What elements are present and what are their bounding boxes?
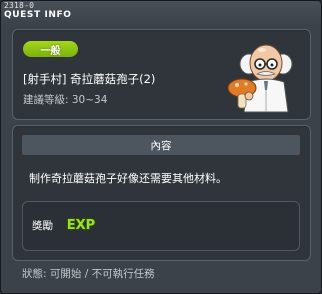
scientist-npc-icon	[227, 44, 293, 113]
exp-icon: EXP	[66, 217, 96, 233]
quest-category-badge: 一般	[23, 41, 78, 57]
quest-content-panel: 內容 制作奇拉蘑菇孢子好像还需要其他材料。 獎勵 EXP	[12, 125, 311, 261]
exp-icon-text: EXP	[67, 218, 95, 233]
quest-description: 制作奇拉蘑菇孢子好像还需要其他材料。	[29, 172, 227, 185]
quest-name: [射手村] 奇拉蘑菇孢子(2)	[23, 72, 156, 86]
content-header: 內容	[22, 135, 300, 155]
title-bar[interactable]: 2318-0 QUEST INFO	[1, 1, 321, 25]
quest-status: 狀態: 可開始 / 不可執行任務	[22, 268, 155, 280]
window-title: QUEST INFO	[4, 10, 72, 20]
quest-id: 2318-0	[4, 1, 35, 10]
quest-summary-panel: 一般 [射手村] 奇拉蘑菇孢子(2) 建議等級: 30~34	[12, 29, 311, 120]
reward-box: 獎勵 EXP	[22, 201, 300, 251]
recommended-level: 建議等級: 30~34	[23, 94, 108, 106]
quest-info-window: 2318-0 QUEST INFO 一般 [射手村] 奇拉蘑菇孢子(2) 建議等…	[0, 0, 322, 294]
reward-label: 獎勵	[32, 220, 53, 232]
